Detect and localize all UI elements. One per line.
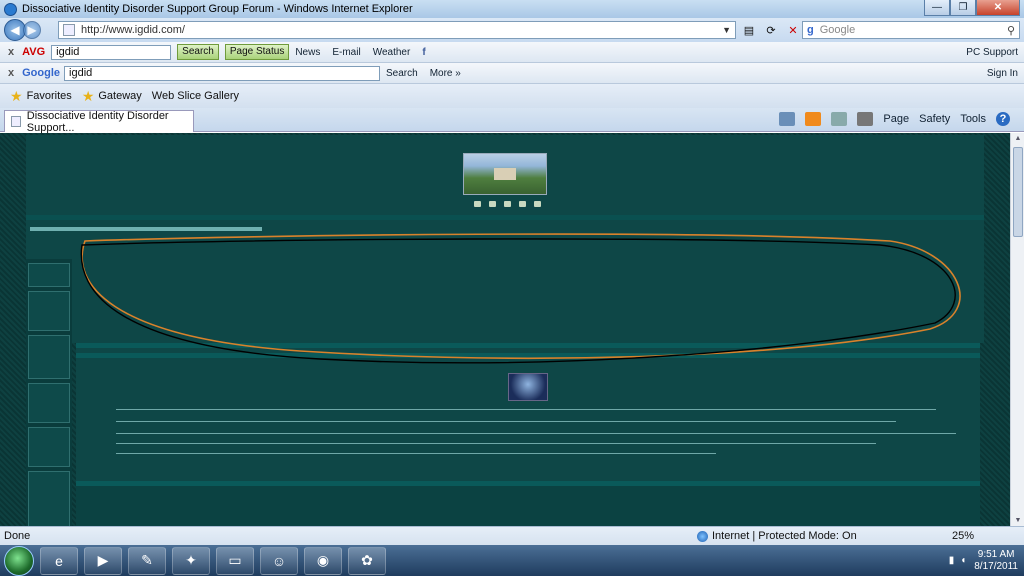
page-menu[interactable]: Page xyxy=(883,113,909,125)
zoom-level[interactable]: 25% xyxy=(952,530,974,542)
taskbar-explorer-button[interactable]: ▭ xyxy=(216,546,254,575)
weather-button[interactable]: Weather xyxy=(373,47,411,58)
avg-search-input[interactable]: igdid xyxy=(51,44,172,60)
firefox-icon: ◉ xyxy=(316,552,330,568)
browser-search-placeholder: Google xyxy=(819,24,856,36)
window-controls: — ❐ ✕ xyxy=(924,0,1020,16)
tab-row: Dissociative Identity Disorder Support..… xyxy=(0,108,1024,134)
scrollbar-thumb[interactable] xyxy=(1013,147,1023,237)
google-search-input[interactable]: igdid xyxy=(64,65,381,81)
web-page-viewport[interactable] xyxy=(0,133,1010,526)
clock-date: 8/17/2011 xyxy=(974,560,1018,572)
clock[interactable]: 9:51 AM 8/17/2011 xyxy=(974,549,1018,573)
taskbar-media-button[interactable]: ▶ xyxy=(84,546,122,575)
minimize-button[interactable]: — xyxy=(924,0,950,16)
folder-icon: ▭ xyxy=(228,552,242,568)
tab-label: Dissociative Identity Disorder Support..… xyxy=(26,109,169,134)
ie-logo-icon xyxy=(4,2,17,16)
safety-menu[interactable]: Safety xyxy=(919,113,950,125)
gateway-link[interactable]: Gateway xyxy=(98,90,141,102)
help-icon[interactable]: ? xyxy=(996,112,1010,126)
network-icon[interactable]: ▮ xyxy=(949,555,955,566)
add-favorite-icon[interactable]: ★ xyxy=(82,88,95,105)
arrow-left-icon: ◀ xyxy=(10,23,20,37)
scroll-up-icon[interactable]: ▲ xyxy=(1013,135,1023,142)
taskbar-ie-button[interactable]: e xyxy=(40,546,78,575)
zone-text: Internet | Protected Mode: On xyxy=(712,530,857,542)
url-text: http://www.igdid.com/ xyxy=(81,24,185,36)
security-zone[interactable]: Internet | Protected Mode: On xyxy=(697,530,857,542)
taskbar-tools-button[interactable]: ✎ xyxy=(128,546,166,575)
annotation-overlay xyxy=(80,233,961,364)
window-title: Dissociative Identity Disorder Support G… xyxy=(22,3,413,15)
magnifier-icon[interactable]: ⚲ xyxy=(1007,24,1015,37)
users-icon: ☺ xyxy=(271,552,287,569)
google-search-button[interactable]: Search xyxy=(386,68,418,79)
address-actions: ▤ ⟳ ✕ xyxy=(740,21,802,39)
taskbar-firefox-button[interactable]: ◉ xyxy=(304,546,342,575)
vertical-scrollbar[interactable]: ▲ ▼ xyxy=(1010,133,1024,526)
volume-icon[interactable]: ◖ xyxy=(960,555,966,566)
ie-icon: e xyxy=(55,552,63,569)
paint-icon: ✿ xyxy=(361,552,373,568)
favorites-star-icon: ★ xyxy=(10,87,23,104)
command-bar: Page Safety Tools ? xyxy=(779,112,1010,126)
avg-toolbar-close-icon[interactable]: x xyxy=(8,46,14,58)
avg-search-button[interactable]: Search xyxy=(177,44,219,60)
google-toolbar-close-icon[interactable]: x xyxy=(8,67,14,79)
compatibility-icon[interactable]: ▤ xyxy=(740,21,758,39)
windows-taskbar: e ▶ ✎ ✦ ▭ ☺ ◉ ✿ ▮ ◖ 9:51 AM 8/17/2011 xyxy=(0,545,1024,576)
news-button[interactable]: News xyxy=(295,47,320,58)
taskbar-paint-button[interactable]: ✿ xyxy=(348,546,386,575)
taskbar-app-button[interactable]: ✦ xyxy=(172,546,210,575)
print-icon[interactable] xyxy=(857,112,874,126)
web-slice-gallery-link[interactable]: Web Slice Gallery xyxy=(152,90,239,102)
chevron-down-icon[interactable]: ▼ xyxy=(722,25,731,35)
status-text: Done xyxy=(4,530,31,542)
annotation-orange-circle xyxy=(81,233,961,359)
status-bar: Done Internet | Protected Mode: On 25% xyxy=(0,526,1024,545)
clock-time: 9:51 AM xyxy=(977,548,1015,560)
favorites-button[interactable]: Favorites xyxy=(27,90,72,102)
stop-icon[interactable]: ✕ xyxy=(784,21,802,39)
browser-search-input[interactable]: g Google ⚲ xyxy=(802,21,1020,39)
address-bar-row: ◀ ▶ http://www.igdid.com/ ▼ ▤ ⟳ ✕ g Goog… xyxy=(0,18,1024,42)
tools-icon: ✎ xyxy=(141,552,153,568)
pc-support-link[interactable]: PC Support xyxy=(966,47,1018,58)
system-tray: ▮ ◖ 9:51 AM 8/17/2011 xyxy=(949,545,1018,576)
facebook-icon[interactable]: f xyxy=(422,47,425,58)
scroll-down-icon[interactable]: ▼ xyxy=(1013,517,1023,524)
favorites-bar: ★ Favorites ★ Gateway Web Slice Gallery xyxy=(0,84,1024,108)
media-player-icon: ▶ xyxy=(97,552,109,568)
avg-toolbar: x AVG igdid Search Page Status News E-ma… xyxy=(0,42,1024,63)
window-titlebar: Dissociative Identity Disorder Support G… xyxy=(0,0,1024,18)
app-icon: ✦ xyxy=(185,552,197,568)
url-input[interactable]: http://www.igdid.com/ ▼ xyxy=(58,21,736,39)
more-menu[interactable]: More » xyxy=(430,68,461,79)
arrow-right-icon: ▶ xyxy=(27,23,37,37)
tools-menu[interactable]: Tools xyxy=(960,113,986,125)
sign-in-link[interactable]: Sign In xyxy=(987,68,1018,79)
avg-logo[interactable]: AVG xyxy=(22,46,45,58)
page-favicon-icon xyxy=(63,24,75,36)
read-mail-icon[interactable] xyxy=(831,112,848,126)
tab-favicon-icon xyxy=(11,116,21,127)
page-status-button[interactable]: Page Status xyxy=(224,44,290,60)
tab-active[interactable]: Dissociative Identity Disorder Support..… xyxy=(4,109,194,134)
maximize-button[interactable]: ❐ xyxy=(950,0,976,16)
globe-icon xyxy=(697,530,708,542)
refresh-icon[interactable]: ⟳ xyxy=(762,21,780,39)
taskbar-users-button[interactable]: ☺ xyxy=(260,546,298,575)
google-toolbar: x Google igdid Search More » Sign In xyxy=(0,63,1024,84)
google-logo-icon: g xyxy=(807,24,814,36)
start-button[interactable] xyxy=(4,545,34,576)
rss-icon[interactable] xyxy=(805,112,822,126)
close-button[interactable]: ✕ xyxy=(976,0,1020,16)
google-logo[interactable]: Google xyxy=(22,67,60,79)
email-button[interactable]: E-mail xyxy=(332,47,360,58)
forward-button[interactable]: ▶ xyxy=(23,21,41,39)
home-icon[interactable] xyxy=(779,112,796,126)
